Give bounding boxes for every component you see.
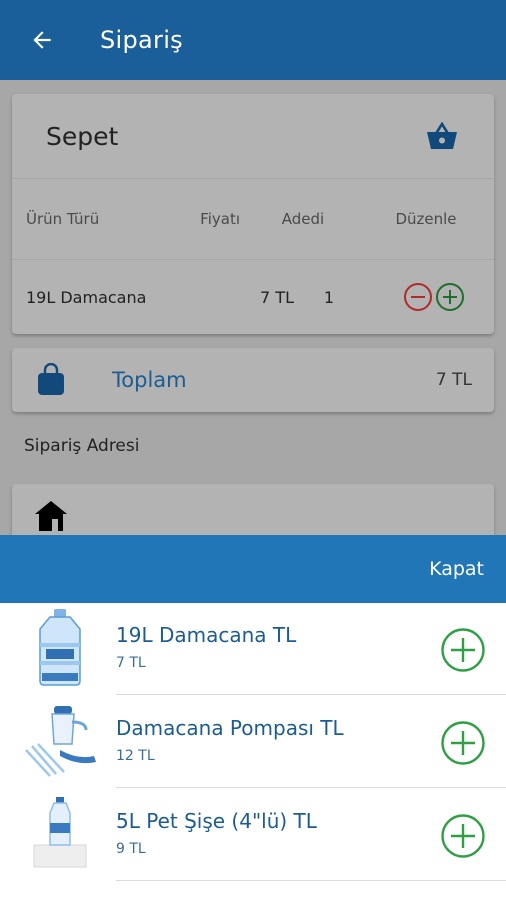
cart-column-headers: Ürün Türü Fiyatı Adedi Düzenle [12, 179, 494, 260]
cart-row-name: 19L Damacana [26, 287, 147, 307]
cart-title: Sepet [46, 121, 119, 151]
order-content: Sepet Ürün Türü Fiyatı Adedi Düzenle 19L… [0, 80, 506, 544]
add-icon[interactable] [435, 282, 465, 312]
product-name: Damacana Pompası TL [116, 716, 344, 740]
list-item: Damacana Pompası TL 12 TL [0, 696, 506, 788]
product-list: 19L Damacana TL 7 TL Damacana Pompası TL… [0, 603, 506, 900]
column-header-product: Ürün Türü [26, 210, 100, 228]
list-divider [116, 694, 506, 695]
basket-icon [427, 122, 457, 149]
pet-bottle-5l-image [33, 797, 87, 868]
close-button[interactable]: Kapat [429, 558, 484, 580]
remove-icon[interactable] [403, 282, 433, 312]
total-card: Toplam 7 TL [12, 348, 494, 412]
product-sheet-header: Kapat [0, 535, 506, 603]
list-divider [116, 787, 506, 788]
app-bar: Sipariş [0, 0, 506, 80]
home-icon [35, 501, 67, 531]
shopping-bag-icon [38, 363, 64, 395]
water-bottle-19l-image [39, 609, 81, 686]
cart-row-edit [364, 282, 494, 312]
total-label: Toplam [112, 368, 187, 392]
total-value: 7 TL [435, 370, 472, 390]
product-price: 9 TL [116, 841, 146, 857]
column-header-edit: Düzenle [395, 210, 457, 228]
add-product-icon[interactable] [440, 720, 486, 766]
list-divider [116, 880, 506, 881]
product-name: 5L Pet Şişe (4"lü) TL [116, 809, 317, 833]
cart-row-price: 7 TL [260, 287, 294, 307]
list-item: 19L Damacana TL 7 TL [0, 603, 506, 695]
column-header-quantity: Adedi [281, 210, 325, 228]
add-product-icon[interactable] [440, 627, 486, 673]
cart-row: 19L Damacana 7 TL 1 [12, 260, 494, 334]
cart-card: Sepet Ürün Türü Fiyatı Adedi Düzenle 19L… [12, 94, 494, 334]
water-pump-image [25, 706, 96, 777]
add-product-icon[interactable] [440, 813, 486, 859]
cart-header: Sepet [12, 94, 494, 179]
arrow-left-icon [33, 31, 51, 49]
product-price: 12 TL [116, 748, 155, 764]
product-price: 7 TL [116, 655, 146, 671]
back-button[interactable] [22, 20, 62, 60]
product-name: 19L Damacana TL [116, 623, 297, 647]
page-title: Sipariş [100, 26, 183, 54]
column-header-price: Fiyatı [200, 210, 240, 228]
list-item: 5L Pet Şişe (4"lü) TL 9 TL [0, 789, 506, 881]
cart-row-quantity: 1 [323, 287, 335, 307]
address-label: Sipariş Adresi [24, 436, 140, 456]
